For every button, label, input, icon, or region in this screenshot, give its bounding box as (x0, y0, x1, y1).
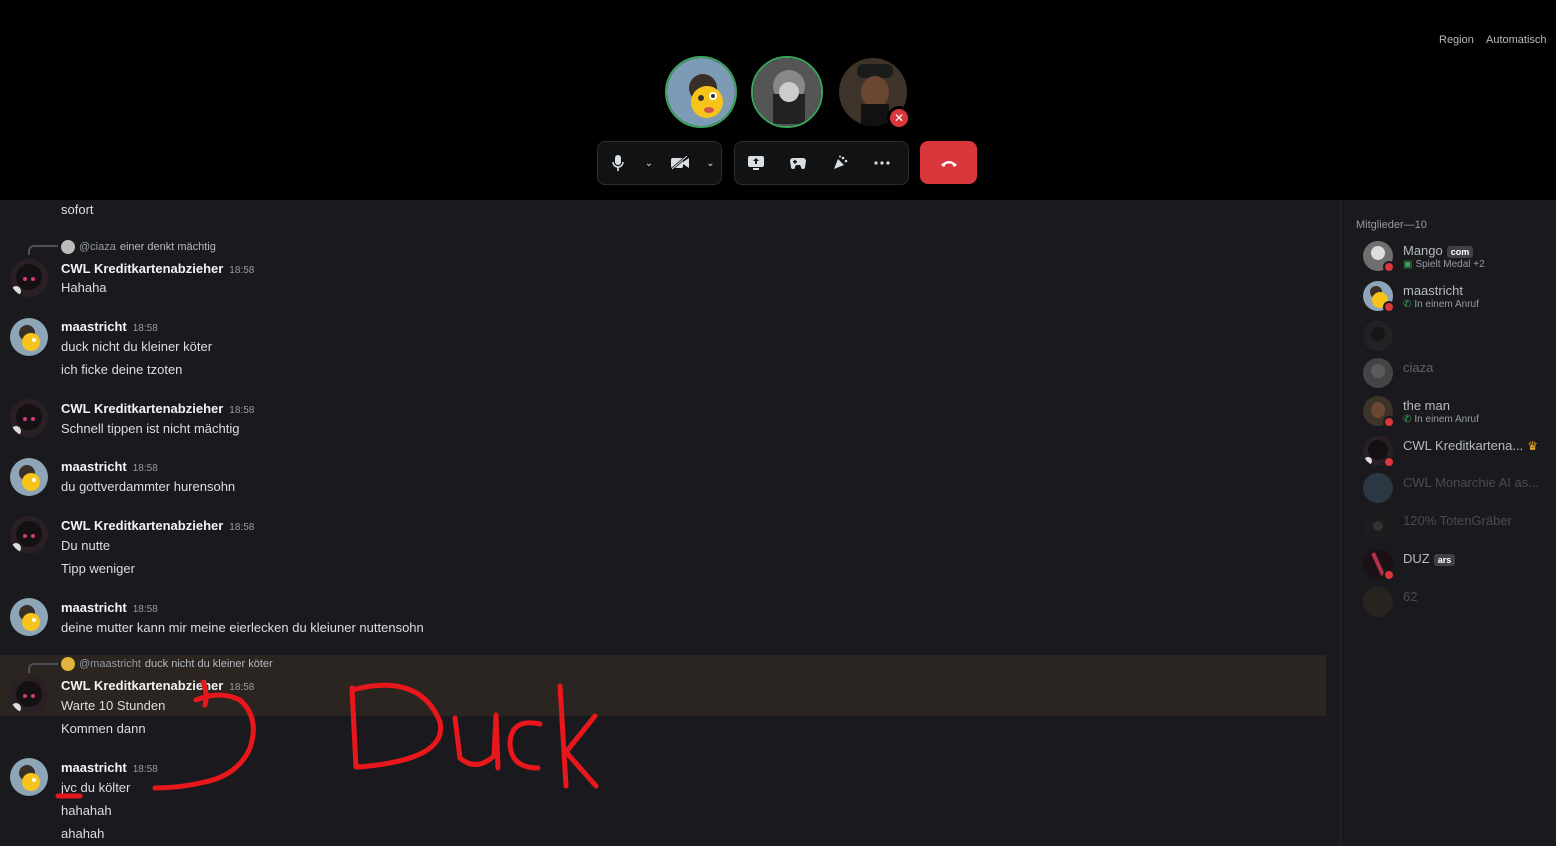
status-dnd-icon (1383, 261, 1395, 273)
member-name: . (1403, 323, 1407, 338)
member-activity: ▣ Spielt Medal +2 (1403, 259, 1485, 270)
member-name: 62 (1403, 589, 1418, 604)
member-item-cwl-monarchie[interactable]: CWL Monarchie AI as... (1361, 473, 1556, 505)
member-name: ciaza (1403, 360, 1434, 375)
member-item-mango[interactable]: Mango com ▣ Spielt Medal +2 (1361, 241, 1556, 273)
phone-icon: ✆ (1403, 414, 1412, 425)
clan-tag: ars (1433, 553, 1456, 566)
avatar (1363, 587, 1393, 617)
member-item-the-man[interactable]: the man ✆ In einem Anruf (1361, 396, 1556, 428)
status-dnd-icon (1383, 301, 1395, 313)
member-item-cwl[interactable]: CWL Kreditkartena... ♛ (1361, 436, 1556, 468)
member-item-ciaza[interactable]: ciaza (1361, 358, 1556, 390)
member-item-totengraeber[interactable]: 120% TotenGräber (1361, 511, 1556, 543)
avatar (1363, 473, 1393, 503)
member-name: DUZ ars (1403, 551, 1456, 566)
member-name: Mango com (1403, 243, 1474, 258)
avatar (1363, 511, 1393, 541)
member-name: the man (1403, 398, 1450, 413)
member-activity: ✆ In einem Anruf (1403, 299, 1479, 310)
member-activity: ✆ In einem Anruf (1403, 414, 1479, 425)
member-name: CWL Monarchie AI as... (1403, 475, 1540, 490)
member-name: 120% TotenGräber (1403, 513, 1512, 528)
member-item-maastricht[interactable]: maastricht ✆ In einem Anruf (1361, 281, 1556, 313)
status-dnd-icon (1383, 569, 1395, 581)
crown-icon: ♛ (1527, 439, 1538, 453)
gamepad-icon: ▣ (1403, 259, 1413, 270)
phone-icon: ✆ (1403, 299, 1412, 310)
members-sidebar: Mitglieder—10 Mango com ▣ Spielt Medal +2 … (1340, 200, 1556, 846)
status-dnd-icon (1383, 416, 1395, 428)
member-name: maastricht (1403, 283, 1463, 298)
clan-tag: com (1446, 245, 1474, 258)
region-label: Region (1439, 34, 1474, 46)
avatar (1363, 321, 1393, 351)
member-name: CWL Kreditkartena... ♛ (1403, 438, 1538, 453)
member-item-dot[interactable]: . (1361, 321, 1556, 353)
member-item-duz[interactable]: DUZ ars (1361, 549, 1556, 581)
avatar (1363, 358, 1393, 388)
member-item-62[interactable]: 62 (1361, 587, 1556, 619)
members-header: Mitglieder—10 (1356, 219, 1427, 231)
annotation-drawing (55, 679, 599, 799)
region-select[interactable]: Automatisch (1486, 34, 1547, 46)
status-dnd-icon (1383, 456, 1395, 468)
